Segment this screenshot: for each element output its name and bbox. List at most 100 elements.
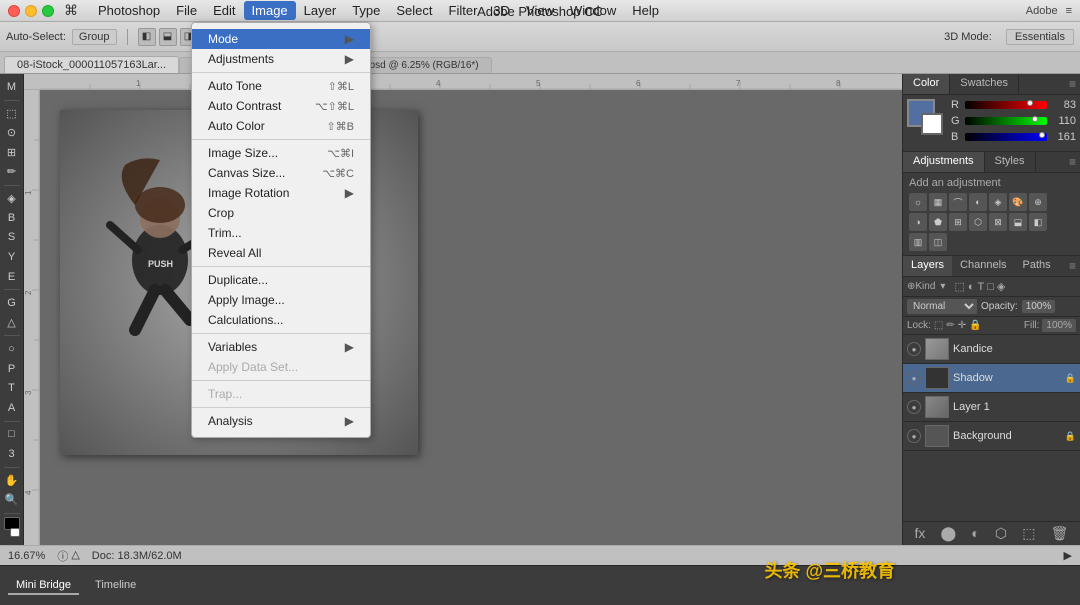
tool-path-select[interactable]: A: [2, 399, 22, 417]
kandice-visibility[interactable]: ●: [907, 342, 921, 356]
group-select[interactable]: Group: [72, 29, 117, 45]
adj-vibrance[interactable]: ◈: [989, 193, 1007, 211]
adj-hsl[interactable]: 🎨: [1009, 193, 1027, 211]
adj-menu-icon[interactable]: ≡: [1065, 152, 1080, 172]
g-slider[interactable]: [965, 117, 1047, 125]
tool-gradient[interactable]: G: [2, 294, 22, 312]
apple-menu[interactable]: ⌘: [64, 2, 78, 19]
menu-edit[interactable]: Edit: [205, 1, 243, 20]
adj-exposure[interactable]: ◐: [969, 193, 987, 211]
menu-canvas-size[interactable]: Canvas Size... ⌥⌘C: [192, 163, 370, 183]
panel-menu-icon[interactable]: ≡: [1065, 74, 1080, 94]
adj-brightness[interactable]: ☼: [909, 193, 927, 211]
menu-reveal-all[interactable]: Reveal All: [192, 243, 370, 263]
adj-threshold[interactable]: ◧: [1029, 213, 1047, 231]
menu-select[interactable]: Select: [388, 1, 440, 20]
menu-auto-tone[interactable]: Auto Tone ⇧⌘L: [192, 76, 370, 96]
filter-text-icon[interactable]: T: [978, 281, 985, 293]
layer-group-button[interactable]: ⬡: [995, 525, 1007, 542]
menu-variables[interactable]: Variables ▶: [192, 337, 370, 357]
lock-move-icon[interactable]: ✛: [958, 320, 966, 331]
tool-blur[interactable]: △: [2, 314, 22, 332]
menu-image[interactable]: Image: [244, 1, 296, 20]
channels-tab[interactable]: Channels: [952, 256, 1014, 276]
mini-bridge-tab[interactable]: Mini Bridge: [8, 577, 79, 595]
tool-dodge[interactable]: ○: [2, 340, 22, 358]
adj-selective-color[interactable]: ◫: [929, 233, 947, 251]
essentials-button[interactable]: Essentials: [1006, 29, 1074, 45]
adj-bw[interactable]: ◑: [909, 213, 927, 231]
layer1-visibility[interactable]: ●: [907, 400, 921, 414]
align-left-icon[interactable]: ◧: [138, 28, 156, 46]
tool-clone[interactable]: S: [2, 229, 22, 247]
opacity-value[interactable]: 100%: [1022, 300, 1056, 313]
align-center-icon[interactable]: ⬓: [159, 28, 177, 46]
tool-3d[interactable]: 3: [2, 445, 22, 463]
adj-photo-filter[interactable]: ⬟: [929, 213, 947, 231]
adj-colorbalance[interactable]: ⊕: [1029, 193, 1047, 211]
background-color[interactable]: [10, 528, 20, 537]
menu-file[interactable]: File: [168, 1, 205, 20]
tool-history-brush[interactable]: Y: [2, 248, 22, 266]
menu-help[interactable]: Help: [624, 1, 667, 20]
adj-color-lookup[interactable]: ⬡: [969, 213, 987, 231]
lock-transparent-icon[interactable]: ⬚: [934, 320, 943, 331]
new-layer-button[interactable]: ⬚: [1022, 525, 1035, 542]
menu-photoshop[interactable]: Photoshop: [90, 1, 168, 20]
menu-mode[interactable]: Mode ▶: [192, 29, 370, 49]
lock-all-icon[interactable]: 🔒: [969, 320, 981, 331]
menu-apply-image[interactable]: Apply Image...: [192, 290, 370, 310]
adj-posterize[interactable]: ⬓: [1009, 213, 1027, 231]
tab-0[interactable]: 08-iStock_000011057163Lar...: [4, 56, 179, 73]
menu-icon[interactable]: ≡: [1066, 5, 1072, 17]
menu-type[interactable]: Type: [344, 1, 388, 20]
tool-eyedropper[interactable]: ✏: [2, 163, 22, 181]
tool-pen[interactable]: P: [2, 360, 22, 378]
menu-image-size[interactable]: Image Size... ⌥⌘I: [192, 143, 370, 163]
adjustments-tab[interactable]: Adjustments: [903, 152, 985, 172]
swatches-tab[interactable]: Swatches: [950, 74, 1019, 94]
tool-crop[interactable]: ⊞: [2, 144, 22, 162]
layers-menu-icon[interactable]: ≡: [1065, 256, 1080, 276]
tool-selection[interactable]: ⬚: [2, 104, 22, 122]
maximize-button[interactable]: [42, 5, 54, 17]
tool-hand[interactable]: ✋: [2, 471, 22, 489]
layer-adj-button[interactable]: ◐: [971, 525, 979, 542]
layer-background[interactable]: ● Background 🔒: [903, 422, 1080, 451]
layers-tab[interactable]: Layers: [903, 256, 952, 276]
warning-icon[interactable]: △: [71, 548, 79, 564]
layer-shadow[interactable]: ● Shadow 🔒: [903, 364, 1080, 393]
minimize-button[interactable]: [25, 5, 37, 17]
shadow-visibility[interactable]: ●: [907, 371, 921, 385]
close-button[interactable]: [8, 5, 20, 17]
menu-auto-contrast[interactable]: Auto Contrast ⌥⇧⌘L: [192, 96, 370, 116]
tool-brush[interactable]: B: [2, 209, 22, 227]
tool-eraser[interactable]: E: [2, 268, 22, 286]
b-slider[interactable]: [965, 133, 1047, 141]
styles-tab[interactable]: Styles: [985, 152, 1036, 172]
status-arrow[interactable]: ▶: [1064, 549, 1072, 562]
layer-mask-button[interactable]: ⬤: [941, 525, 957, 542]
fill-value[interactable]: 100%: [1042, 319, 1076, 332]
blend-mode-select[interactable]: Normal: [907, 299, 977, 314]
color-tab[interactable]: Color: [903, 74, 950, 94]
timeline-tab[interactable]: Timeline: [87, 577, 144, 595]
menu-auto-color[interactable]: Auto Color ⇧⌘B: [192, 116, 370, 136]
tool-zoom[interactable]: 🔍: [2, 491, 22, 509]
filter-smart-icon[interactable]: ◈: [997, 280, 1005, 293]
lock-paint-icon[interactable]: ✏: [946, 320, 954, 331]
background-swatch[interactable]: [921, 113, 943, 135]
paths-tab[interactable]: Paths: [1015, 256, 1059, 276]
menu-crop[interactable]: Crop: [192, 203, 370, 223]
tool-heal[interactable]: ◈: [2, 190, 22, 208]
adj-levels[interactable]: ▦: [929, 193, 947, 211]
kind-dropdown-arrow[interactable]: ▾: [940, 281, 945, 292]
menu-adjustments[interactable]: Adjustments ▶: [192, 49, 370, 69]
tool-move[interactable]: M: [2, 78, 22, 96]
menu-calculations[interactable]: Calculations...: [192, 310, 370, 330]
filter-adj-icon[interactable]: ◐: [968, 281, 975, 293]
filter-shape-icon[interactable]: □: [987, 281, 994, 293]
layer-layer1[interactable]: ● Layer 1: [903, 393, 1080, 422]
menu-layer[interactable]: Layer: [296, 1, 345, 20]
menu-image-rotation[interactable]: Image Rotation ▶: [192, 183, 370, 203]
